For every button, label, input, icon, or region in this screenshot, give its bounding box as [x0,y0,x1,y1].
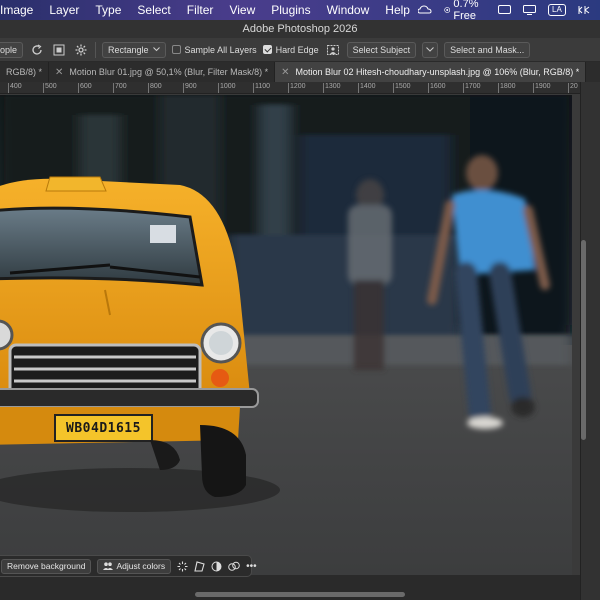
separator [95,41,97,58]
ruler-tick: 1200 [288,83,306,93]
ruler-tick: 600 [78,83,92,93]
people-preset-button[interactable]: ople [0,41,24,58]
horizontal-ruler: 400 500 600 700 800 900 1000 1100 1200 1… [0,82,580,94]
windshield-sticker [150,225,176,243]
adjust-colors-label: Adjust colors [116,561,166,571]
options-bar: ople Rectangle Sample All Layers Hard Ed… [0,38,600,62]
menu-bar: Image Layer Type Select Filter View Plug… [0,0,600,22]
mode-select[interactable]: Rectangle [102,41,166,58]
menu-view[interactable]: View [221,3,263,17]
rotate-icon[interactable] [29,42,45,58]
menu-filter[interactable]: Filter [179,3,222,17]
tab-label: Motion Blur 02 Hitesh-choudhary-unsplash… [295,67,580,77]
select-subject-dropdown[interactable] [422,41,439,58]
people-icon [103,562,114,570]
creative-cloud-icon[interactable] [417,4,432,16]
hard-edge-checkbox[interactable]: Hard Edge [262,44,319,55]
menu-select[interactable]: Select [129,3,178,17]
ruler-tick: 1500 [393,83,411,93]
contrast-icon[interactable] [211,559,222,573]
ruler-tick: 800 [148,83,162,93]
memory-icon: 0.7% Free [444,0,486,22]
menubar-status: 0.7% Free LA [417,0,600,22]
memory-status: 0.7% Free [453,0,479,22]
more-options-icon[interactable]: ••• [246,559,257,573]
ruler-tick: 1800 [498,83,516,93]
magic-icon[interactable] [177,559,188,573]
close-icon[interactable]: ✕ [55,67,63,78]
menu-layer[interactable]: Layer [41,3,87,17]
menu-image[interactable]: Image [0,3,41,17]
activity-icon[interactable] [578,4,590,16]
layers-icon[interactable] [228,559,240,573]
checkbox-checked[interactable] [262,45,272,54]
mode-select-value: Rectangle [108,44,149,55]
user-badge[interactable]: LA [548,4,566,16]
screen-mirror-icon[interactable] [498,4,512,16]
tab-label: RGB/8) * [6,67,43,77]
ruler-tick: 1300 [323,83,341,93]
document-tabs: RGB/8) * ✕ Motion Blur 01.jpg @ 50,1% (B… [0,62,600,82]
gear-icon[interactable] [73,42,89,58]
hard-edge-label: Hard Edge [275,44,319,55]
ruler-tick: 1900 [533,83,551,93]
close-icon[interactable]: ✕ [281,67,289,78]
remove-background-button[interactable]: Remove background [1,558,92,574]
ruler-tick: 1400 [358,83,376,93]
ruler-tick: 900 [183,83,197,93]
adjust-colors-button[interactable]: Adjust colors [97,558,172,574]
menu-help[interactable]: Help [377,3,418,17]
menu-window[interactable]: Window [319,3,378,17]
chevron-down-icon [426,47,435,52]
ruler-tick: 1600 [428,83,446,93]
ruler-tick: 400 [8,83,22,93]
document-canvas[interactable]: WB04D1615 [0,95,572,575]
chevron-down-icon [152,47,160,52]
ruler-tick: 700 [113,83,127,93]
ruler-tick: 1700 [463,83,481,93]
select-and-mask-button[interactable]: Select and Mask... [444,41,531,58]
tab-document-3-active[interactable]: ✕ Motion Blur 02 Hitesh-choudhary-unspla… [275,62,587,82]
contextual-task-bar: Remove background Adjust colors ••• [0,555,257,577]
sample-all-layers-label: Sample All Layers [184,44,257,55]
select-subject-button[interactable]: Select Subject [346,41,417,58]
bumper [0,388,259,408]
menu-type[interactable]: Type [87,3,129,17]
tab-document-2[interactable]: ✕ Motion Blur 01.jpg @ 50,1% (Blur, Filt… [49,62,276,82]
tab-label: Motion Blur 01.jpg @ 50,1% (Blur, Filter… [69,67,269,77]
window-title: Adobe Photoshop 2026 [0,20,600,38]
photo-blurred-street [0,95,572,575]
menu-plugins[interactable]: Plugins [263,3,318,17]
vertical-scrollbar[interactable] [580,95,588,575]
vertical-scroll-thumb[interactable] [581,240,586,440]
display-icon[interactable] [523,4,537,16]
object-finder-icon[interactable] [51,42,67,58]
ruler-tick: 500 [43,83,57,93]
remove-background-label: Remove background [7,561,86,571]
license-plate-text: WB04D1615 [66,421,141,436]
subject-icon[interactable] [325,42,341,58]
transform-icon[interactable] [194,559,205,573]
ruler-tick: 1000 [218,83,236,93]
horizontal-scroll-thumb[interactable] [195,592,405,597]
tab-document-1[interactable]: RGB/8) * [0,62,50,82]
ruler-tick: 20 [568,83,578,93]
checkbox-unchecked[interactable] [171,45,181,54]
ruler-tick: 1100 [252,83,271,93]
sample-all-layers-checkbox[interactable]: Sample All Layers [171,44,257,55]
